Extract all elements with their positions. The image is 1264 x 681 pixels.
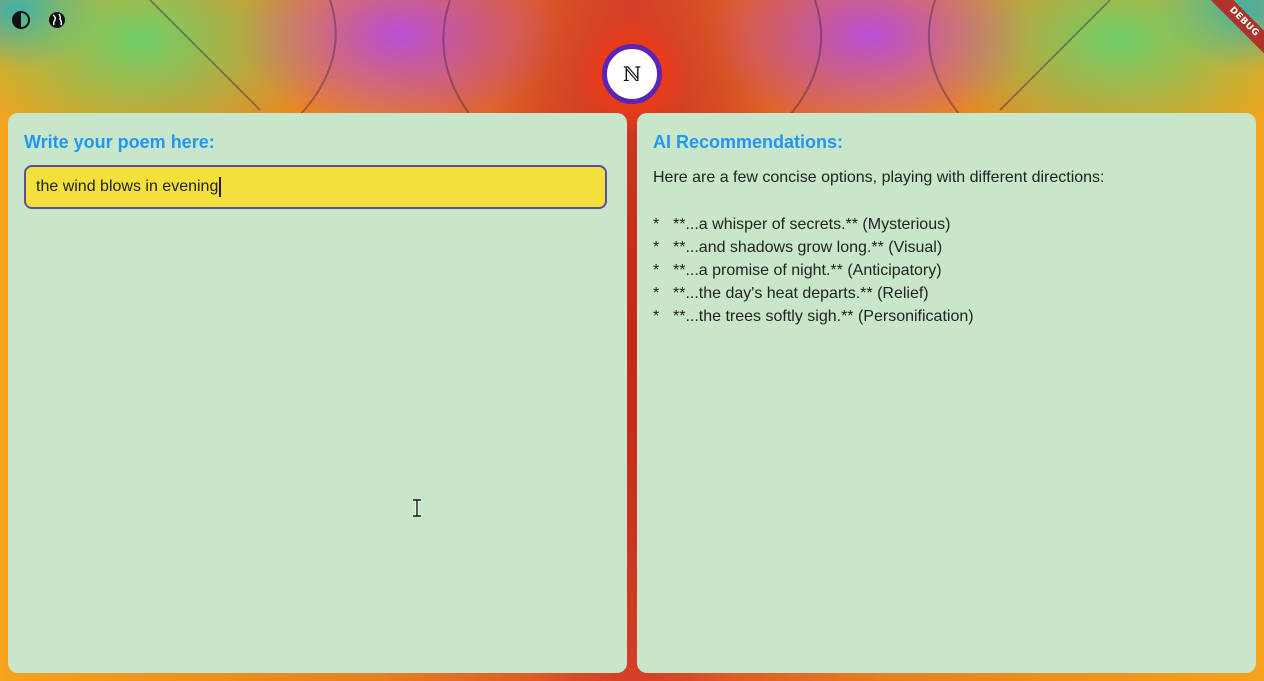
ai-recommendations-heading: AI Recommendations: xyxy=(653,132,844,152)
text-caret xyxy=(219,177,221,197)
poem-input[interactable]: the wind blows in evening xyxy=(24,165,607,209)
text-cursor-icon xyxy=(411,498,423,518)
recommendation-item: * **...and shadows grow long.** (Visual) xyxy=(653,238,974,261)
bullet-marker: * xyxy=(653,216,660,233)
recommendation-item: * **...the trees softly sigh.** (Personif… xyxy=(653,307,974,330)
bullet-marker: * xyxy=(653,308,660,325)
app-logo[interactable]: ℕ xyxy=(602,44,662,104)
recommendation-text: **...a promise of night.** (Anticipatory… xyxy=(673,262,942,279)
recommendation-item: * **...a whisper of secrets.** (Mysteriou… xyxy=(653,215,974,238)
bullet-marker: * xyxy=(653,262,660,279)
poem-input-value: the wind blows in evening xyxy=(36,178,219,195)
bullet-marker: * xyxy=(653,239,660,256)
recommendation-text: **...the day's heat departs.** (Relief) xyxy=(673,285,929,302)
recommendations-list: * **...a whisper of secrets.** (Mysteriou… xyxy=(653,215,974,330)
bullet-marker: * xyxy=(653,285,660,302)
contrast-icon[interactable] xyxy=(11,10,31,30)
ai-recommendations-panel: AI Recommendations: Here are a few conci… xyxy=(637,113,1256,673)
recommendation-item: * **...the day's heat departs.** (Relief) xyxy=(653,284,974,307)
recommendation-text: **...a whisper of secrets.** (Mysterious… xyxy=(673,216,951,233)
debug-banner: DEBUG xyxy=(1202,0,1264,64)
recommendation-item: * **...a promise of night.** (Anticipator… xyxy=(653,261,974,284)
recommendations-intro: Here are a few concise options, playing … xyxy=(653,169,1105,186)
poem-editor-heading: Write your poem here: xyxy=(24,132,215,152)
poem-editor-panel: Write your poem here: the wind blows in … xyxy=(8,113,627,673)
recommendation-text: **...the trees softly sigh.** (Personifi… xyxy=(673,308,974,325)
globe-icon[interactable] xyxy=(47,10,67,30)
recommendation-text: **...and shadows grow long.** (Visual) xyxy=(673,239,943,256)
